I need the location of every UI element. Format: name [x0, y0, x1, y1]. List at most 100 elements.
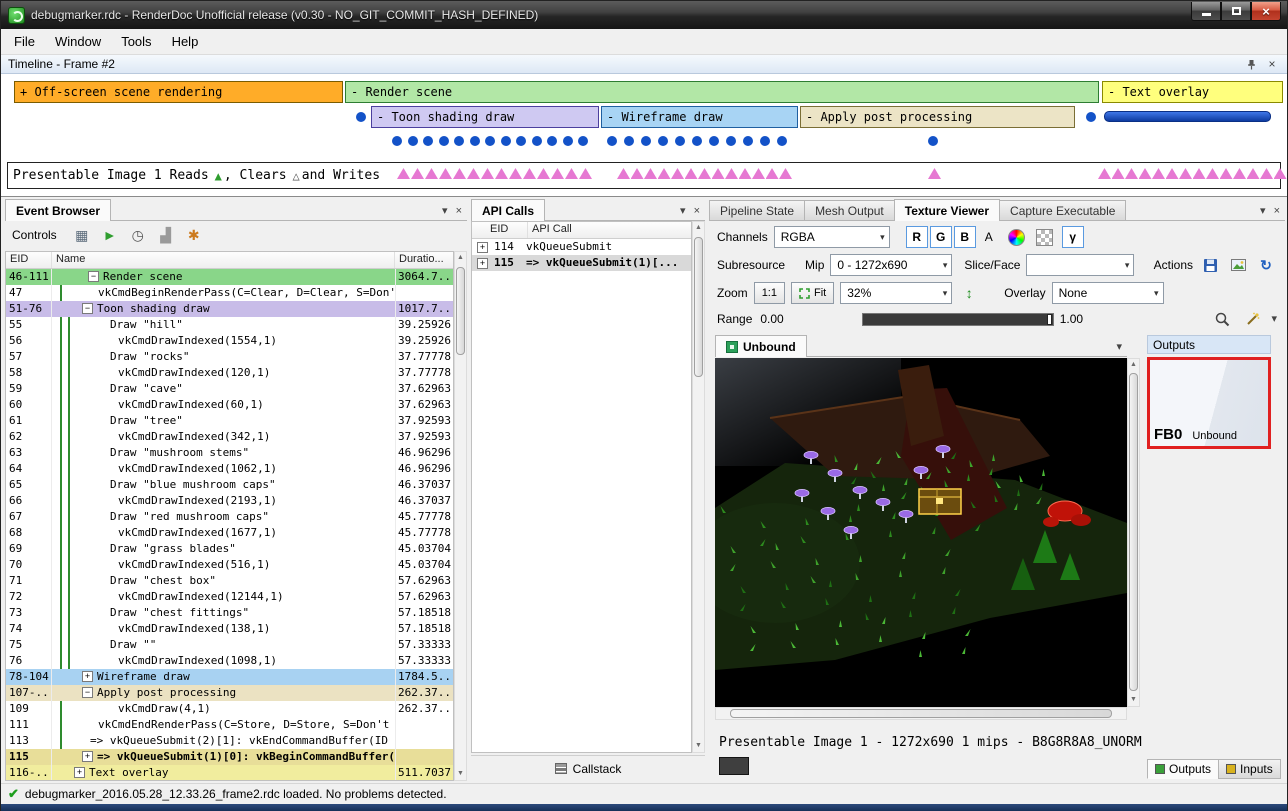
channel-a-button[interactable]: A	[978, 226, 1000, 248]
timeline-draw-dot[interactable]	[777, 136, 787, 146]
panel-close-icon[interactable]: ×	[1274, 206, 1280, 216]
timeline-draw-dot[interactable]	[563, 136, 573, 146]
mip-select[interactable]: 0 - 1272x690	[830, 254, 952, 276]
wand-icon[interactable]	[1241, 308, 1263, 330]
scroll-thumb[interactable]	[1129, 373, 1138, 691]
event-row[interactable]: 72vkCmdDrawIndexed(12144,1)57.62963	[6, 589, 453, 605]
tab-unbound-texture[interactable]: Unbound	[715, 335, 807, 357]
column-eid[interactable]: EID	[472, 222, 528, 238]
event-row[interactable]: 74vkCmdDrawIndexed(138,1)57.18518	[6, 621, 453, 637]
timeline-draw-dot[interactable]	[547, 136, 557, 146]
event-row[interactable]: 116-...+Text overlay511.7037	[6, 765, 453, 781]
overflow-chevron-icon[interactable]: ▾	[1271, 314, 1277, 324]
event-row[interactable]: 57Draw "rocks"37.77778	[6, 349, 453, 365]
event-row[interactable]: 65Draw "blue mushroom caps"46.37037	[6, 477, 453, 493]
tab-texture-viewer[interactable]: Texture Viewer	[894, 199, 1000, 221]
flip-y-icon[interactable]: ↕	[958, 282, 980, 304]
column-api-call[interactable]: API Call	[528, 222, 691, 238]
channels-select[interactable]: RGBA	[774, 226, 890, 248]
event-row[interactable]: 73Draw "chest fittings"57.18518	[6, 605, 453, 621]
channel-g-button[interactable]: G	[930, 226, 952, 248]
panel-menu-icon[interactable]: ▾	[680, 206, 686, 216]
refresh-icon[interactable]: ↻	[1255, 254, 1277, 276]
event-row[interactable]: 47vkCmdBeginRenderPass(C=Clear, D=Clear,…	[6, 285, 453, 301]
tab-mesh-output[interactable]: Mesh Output	[804, 200, 895, 220]
expander-icon[interactable]: +	[477, 242, 488, 253]
column-duration[interactable]: Duratio...	[395, 252, 453, 268]
timeline-draw-dot[interactable]	[658, 136, 668, 146]
event-row[interactable]: 67Draw "red mushroom caps"45.77778	[6, 509, 453, 525]
timeline-draw-dot[interactable]	[578, 136, 588, 146]
menu-help[interactable]: Help	[162, 30, 209, 53]
event-row[interactable]: 109vkCmdDraw(4,1)262.37...	[6, 701, 453, 717]
panel-menu-icon[interactable]: ▾	[442, 206, 448, 216]
event-row[interactable]: 55Draw "hill"39.25926	[6, 317, 453, 333]
event-browser-scrollbar[interactable]: ▲ ▼	[454, 251, 467, 781]
event-row[interactable]: 70vkCmdDrawIndexed(516,1)45.03704	[6, 557, 453, 573]
event-row[interactable]: 111vkCmdEndRenderPass(C=Store, D=Store, …	[6, 717, 453, 733]
event-row[interactable]: 71Draw "chest box"57.62963	[6, 573, 453, 589]
timeline-draw-dot[interactable]	[641, 136, 651, 146]
event-row[interactable]: 56vkCmdDrawIndexed(1554,1)39.25926	[6, 333, 453, 349]
timeline-draw-dot[interactable]	[743, 136, 753, 146]
expander-icon[interactable]: +	[477, 258, 488, 269]
checkerboard-icon[interactable]	[1034, 226, 1056, 248]
slice-face-select[interactable]	[1026, 254, 1134, 276]
expander-icon[interactable]: +	[74, 767, 85, 778]
tab-pipeline-state[interactable]: Pipeline State	[709, 200, 805, 220]
timeline-marker-bar[interactable]: + Off-screen scene rendering	[14, 81, 343, 103]
timeline-marker-bar[interactable]: - Toon shading draw	[371, 106, 599, 128]
timeline-draw-dot[interactable]	[1086, 112, 1096, 122]
timeline-draw-dot[interactable]	[709, 136, 719, 146]
timeline-marker-bar[interactable]: - Text overlay	[1102, 81, 1283, 103]
timeline-draw-dot[interactable]	[607, 136, 617, 146]
save-icon[interactable]	[1199, 254, 1221, 276]
expander-icon[interactable]: −	[82, 687, 93, 698]
timeline-marker-bar[interactable]: - Render scene	[345, 81, 1099, 103]
tab-inputs[interactable]: Inputs	[1218, 759, 1281, 779]
event-row[interactable]: 58vkCmdDrawIndexed(120,1)37.77778	[6, 365, 453, 381]
stats-icon[interactable]: ▟	[155, 224, 177, 246]
pin-icon[interactable]	[1243, 57, 1259, 71]
menu-tools[interactable]: Tools	[111, 30, 161, 53]
expander-icon[interactable]: −	[82, 303, 93, 314]
timeline-draw-dot[interactable]	[624, 136, 634, 146]
api-call-row[interactable]: +115=> vkQueueSubmit(1)[...	[472, 255, 691, 271]
range-slider[interactable]	[862, 313, 1054, 326]
event-row[interactable]: 66vkCmdDrawIndexed(2193,1)46.37037	[6, 493, 453, 509]
scroll-up-icon[interactable]: ▲	[455, 252, 466, 264]
timeline-draw-dot[interactable]	[408, 136, 418, 146]
bookmark-icon[interactable]: ✱	[183, 224, 205, 246]
event-row[interactable]: 46-111−Render scene3064.7...	[6, 269, 453, 285]
column-eid[interactable]: EID	[6, 252, 52, 268]
timeline-draw-dot[interactable]	[423, 136, 433, 146]
range-handle[interactable]	[1047, 314, 1052, 325]
timeline-draw-dot[interactable]	[726, 136, 736, 146]
timeline-draw-dot[interactable]	[439, 136, 449, 146]
timeline-draw-dot[interactable]	[392, 136, 402, 146]
timeline-marker-bar[interactable]: - Apply post processing	[800, 106, 1075, 128]
zoom-select[interactable]: 32%	[840, 282, 952, 304]
time-durations-icon[interactable]: ◷	[127, 224, 149, 246]
expander-icon[interactable]: −	[88, 271, 99, 282]
timeline-overlay-draws-bar[interactable]	[1104, 111, 1271, 122]
event-row[interactable]: 61Draw "tree"37.92593	[6, 413, 453, 429]
expander-icon[interactable]: +	[82, 751, 93, 762]
maximize-button[interactable]	[1221, 2, 1251, 21]
colorwheel-icon[interactable]	[1006, 226, 1028, 248]
event-row[interactable]: 115+=> vkQueueSubmit(1)[0]: vkBeginComma…	[6, 749, 453, 765]
event-row[interactable]: 63Draw "mushroom stems"46.96296	[6, 445, 453, 461]
tab-outputs[interactable]: Outputs	[1147, 759, 1219, 779]
gamma-button[interactable]: γ	[1062, 226, 1084, 248]
event-row[interactable]: 69Draw "grass blades"45.03704	[6, 541, 453, 557]
scroll-down-icon[interactable]: ▼	[455, 768, 466, 780]
timeline-draw-dot[interactable]	[692, 136, 702, 146]
event-row[interactable]: 78-104+Wireframe draw1784.5...	[6, 669, 453, 685]
timeline-draw-dot[interactable]	[928, 136, 938, 146]
close-button[interactable]: ×	[1251, 2, 1281, 21]
find-icon[interactable]: ▦	[71, 224, 93, 246]
timeline-draw-dot[interactable]	[516, 136, 526, 146]
scroll-thumb[interactable]	[730, 709, 1112, 718]
timeline-draw-dot[interactable]	[532, 136, 542, 146]
panel-menu-icon[interactable]: ▾	[1260, 206, 1266, 216]
